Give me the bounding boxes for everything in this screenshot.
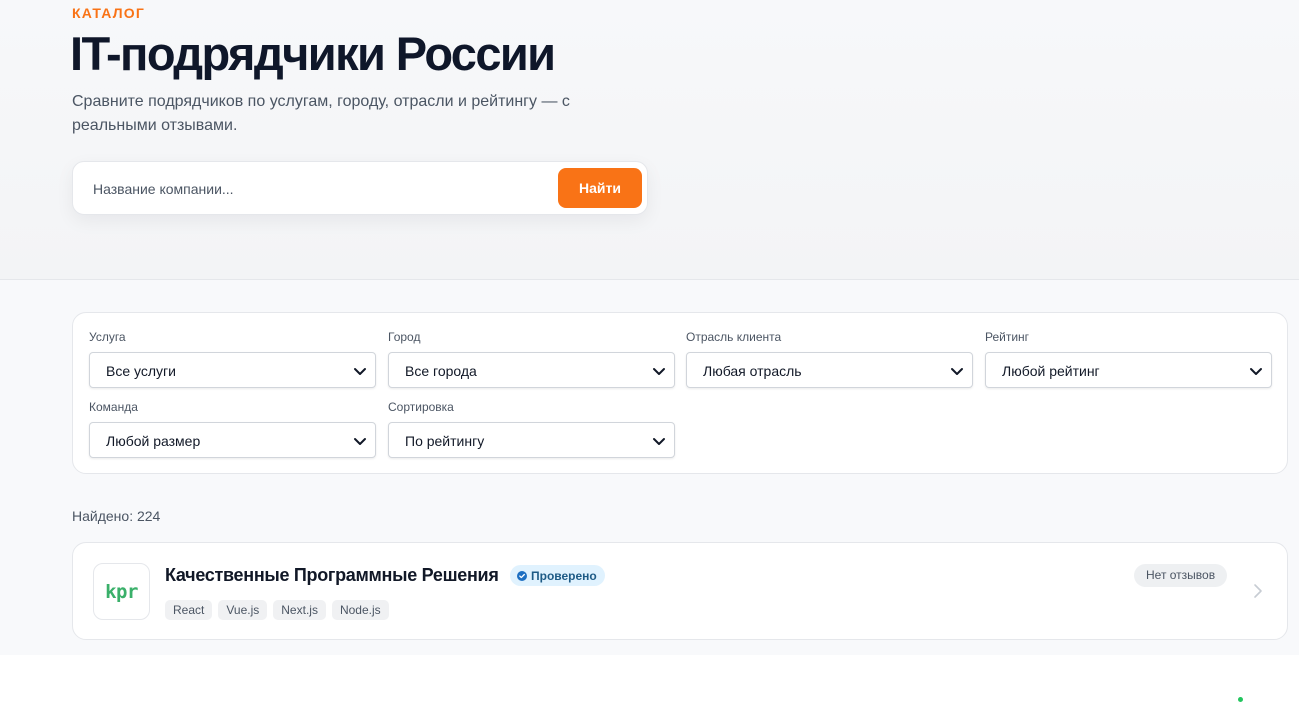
filter-sort: Сортировка По рейтингу [388, 399, 675, 458]
filter-rating: Рейтинг Любой рейтинг [985, 329, 1272, 388]
filter-label: Рейтинг [985, 330, 1030, 344]
select-value: Любой размер [106, 433, 201, 449]
select-value: Все города [405, 363, 477, 379]
filter-service: Услуга Все услуги [89, 329, 376, 388]
search-button[interactable]: Найти [558, 168, 642, 208]
results-count: Найдено: 224 [72, 508, 161, 524]
filter-label: Услуга [89, 330, 126, 344]
tech-tag: Next.js [273, 600, 326, 620]
verified-badge: Проверено [510, 565, 605, 586]
catalog-main: Услуга Все услуги Город Все города Отрас… [0, 280, 1299, 655]
sort-select[interactable]: По рейтингу [388, 422, 675, 458]
catalog-eyebrow: КАТАЛОГ [72, 5, 145, 21]
company-card[interactable]: kpr Качественные Программные Решения Про… [72, 542, 1288, 640]
status-dot [1238, 697, 1243, 702]
select-value: Любой рейтинг [1002, 363, 1100, 379]
search-box: Найти [72, 161, 648, 215]
page-title: IT-подрядчики России [70, 27, 556, 80]
search-input[interactable] [81, 169, 551, 209]
filter-label: Отрасль клиента [686, 330, 782, 344]
tech-tags: React Vue.js Next.js Node.js [165, 600, 389, 620]
company-logo-text: kpr [105, 580, 138, 603]
company-name[interactable]: Качественные Программные Решения [165, 565, 499, 586]
page-subtitle: Сравните подрядчиков по услугам, городу,… [72, 93, 570, 134]
verified-label: Проверено [531, 568, 597, 583]
rating-select[interactable]: Любой рейтинг [985, 352, 1272, 388]
team-select[interactable]: Любой размер [89, 422, 376, 458]
select-value: По рейтингу [405, 433, 485, 449]
filter-team: Команда Любой размер [89, 399, 376, 458]
chevron-right-icon[interactable] [1251, 583, 1265, 599]
city-select[interactable]: Все города [388, 352, 675, 388]
filter-label: Команда [89, 400, 138, 414]
filters-panel: Услуга Все услуги Город Все города Отрас… [72, 312, 1288, 474]
reviews-badge: Нет отзывов [1134, 564, 1228, 587]
filter-city: Город Все города [388, 329, 675, 388]
tech-tag: React [165, 600, 213, 620]
filter-industry: Отрасль клиента Любая отрасль [686, 329, 973, 388]
chevron-down-icon [354, 438, 366, 445]
chevron-down-icon [653, 438, 665, 445]
industry-select[interactable]: Любая отрасль [686, 352, 973, 388]
chevron-down-icon [951, 368, 963, 375]
filter-label: Город [388, 330, 421, 344]
chevron-down-icon [354, 368, 366, 375]
check-icon [517, 570, 527, 581]
select-value: Любая отрасль [703, 363, 802, 379]
select-value: Все услуги [106, 363, 176, 379]
chevron-down-icon [1250, 368, 1262, 375]
tech-tag: Vue.js [218, 600, 268, 620]
chevron-down-icon [653, 368, 665, 375]
service-select[interactable]: Все услуги [89, 352, 376, 388]
company-logo: kpr [93, 563, 150, 620]
filter-label: Сортировка [388, 400, 454, 414]
hero-section: КАТАЛОГ IT-подрядчики России Сравните по… [0, 0, 1299, 280]
tech-tag: Node.js [331, 600, 389, 620]
